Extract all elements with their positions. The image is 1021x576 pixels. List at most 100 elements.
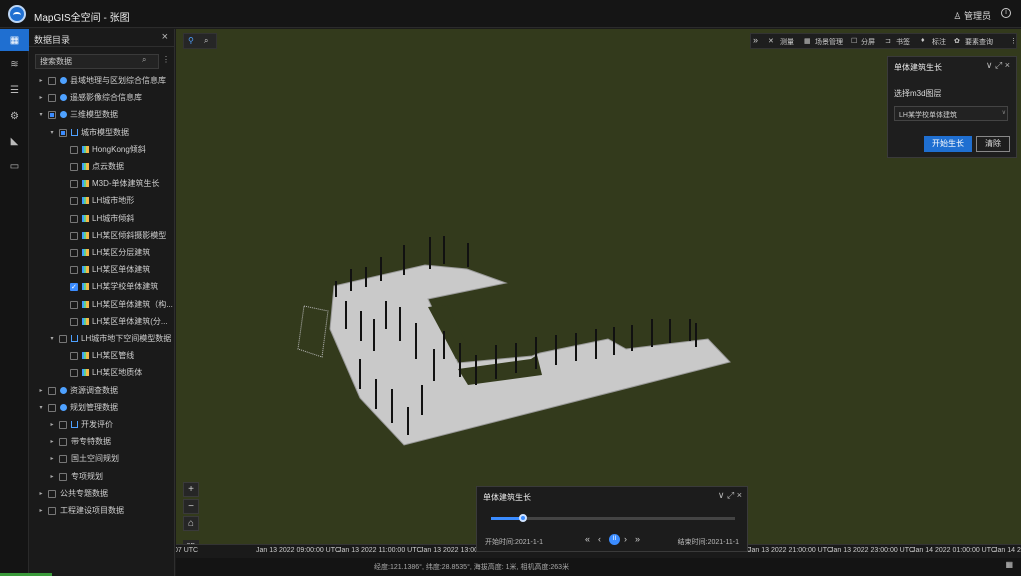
layer-checkbox[interactable] (59, 335, 67, 343)
close-icon[interactable]: × (1005, 60, 1010, 70)
grid-icon[interactable]: ▦ (804, 37, 811, 45)
chevron-right-icon[interactable]: ▸ (37, 383, 45, 399)
layer-checkbox[interactable] (59, 455, 67, 464)
scene-manage-button[interactable]: 场景管理 (815, 37, 843, 47)
feature-query-icon[interactable]: ✿ (954, 37, 960, 45)
tree-node[interactable]: LH某区管线 (29, 348, 175, 364)
fast-forward-button[interactable]: » (635, 534, 640, 544)
zoom-out-button[interactable]: − (183, 499, 199, 514)
home-button[interactable]: ⌂ (183, 516, 199, 531)
layer-checkbox[interactable] (59, 438, 67, 447)
tree-node[interactable]: LH某区单体建筑（构... (29, 297, 175, 313)
tree-node[interactable]: ▾ 规划管理数据 (29, 400, 175, 416)
bookmark-rail-button[interactable]: ◣ (0, 130, 29, 152)
layer-checkbox[interactable] (70, 249, 78, 257)
layer-checkbox[interactable] (70, 317, 78, 326)
tree-node[interactable]: ▸ 带专特数据 (29, 434, 175, 450)
chevron-right-icon[interactable]: ▸ (48, 417, 56, 433)
layers-rail-button[interactable]: ≋ (0, 53, 29, 75)
layer-checkbox[interactable] (48, 403, 56, 412)
bookmark-icon[interactable]: ⊐ (885, 37, 891, 45)
layer-checkbox[interactable] (70, 266, 78, 275)
layer-checkbox[interactable] (48, 111, 56, 120)
expand-icon[interactable]: ⤢ (995, 60, 1002, 70)
split-button[interactable]: 分屏 (861, 37, 875, 47)
chevron-right-icon[interactable]: ▸ (48, 451, 56, 467)
tree-node[interactable]: ▾ LH城市地下空间模型数据 (29, 331, 175, 347)
layer-select[interactable]: LH某学校单体建筑 (894, 106, 1008, 121)
layer-checkbox[interactable] (70, 145, 78, 154)
chevron-right-icon[interactable]: ▸ (37, 503, 45, 519)
tree-node[interactable]: LH城市倾斜 (29, 211, 175, 227)
tree-node[interactable]: LH某区分层建筑 (29, 245, 175, 261)
tree-node[interactable]: 点云数据 (29, 159, 175, 175)
tree-node[interactable]: ▸ 遥感影像综合信息库 (29, 90, 175, 106)
chevron-right-icon[interactable]: ▸ (48, 469, 56, 485)
layer-checkbox[interactable] (48, 77, 56, 85)
clear-button[interactable]: 清除 (976, 136, 1010, 152)
tree-node[interactable]: ▾ 城市模型数据 (29, 125, 175, 141)
info-icon[interactable]: i (1001, 8, 1011, 18)
tree-node[interactable]: ▸ 专项规划 (29, 469, 175, 485)
chevron-down-icon[interactable]: ▾ (48, 125, 56, 141)
pause-button[interactable]: II (609, 534, 620, 545)
more-icon[interactable]: ⋮ (162, 55, 170, 64)
close-icon[interactable]: × (162, 31, 168, 43)
user-menu[interactable]: ♙ 管理员 (953, 9, 991, 22)
close-icon[interactable]: × (737, 490, 742, 500)
search-input[interactable]: 搜索数据 (35, 54, 159, 69)
bookmark-button[interactable]: 书签 (896, 37, 910, 47)
catalog-rail-button[interactable]: ▦ (0, 29, 29, 51)
measure-button[interactable]: 测量 (780, 37, 794, 47)
layer-checkbox[interactable] (70, 280, 78, 296)
location-icon[interactable]: ⚲ (188, 36, 194, 45)
zoom-in-button[interactable]: + (183, 482, 199, 497)
tree-node[interactable]: ▸ 县域地理与区划综合信息库 (29, 73, 175, 89)
layer-checkbox[interactable] (70, 369, 78, 378)
tree-node[interactable]: HongKong倾斜 (29, 142, 175, 158)
layer-checkbox[interactable] (70, 214, 78, 223)
collapse-button[interactable]: » (753, 35, 758, 45)
layer-checkbox[interactable] (70, 197, 78, 206)
layer-checkbox[interactable] (59, 472, 67, 481)
chevron-down-icon[interactable]: ▾ (48, 331, 56, 347)
tree-node[interactable]: ▾ 三维模型数据 (29, 107, 175, 123)
tree-node[interactable]: ▸ 国土空间规划 (29, 451, 175, 467)
measure-icon[interactable]: ✕ (768, 37, 774, 45)
layer-checkbox[interactable] (70, 180, 78, 189)
layer-checkbox[interactable] (48, 489, 56, 498)
layer-checkbox[interactable] (70, 163, 78, 171)
layer-checkbox[interactable] (59, 421, 67, 429)
marker-icon[interactable]: ♦ (921, 37, 925, 44)
tree-node[interactable]: ▸ 开发评价 (29, 417, 175, 433)
slider-handle[interactable] (518, 514, 527, 522)
tree-node[interactable]: LH某区单体建筑 (29, 262, 175, 278)
list-rail-button[interactable]: ☰ (0, 79, 29, 101)
layer-checkbox[interactable] (48, 507, 56, 515)
search-icon[interactable]: ⌕ (204, 36, 208, 46)
chevron-down-icon[interactable]: ▾ (37, 107, 45, 123)
tree-node[interactable]: M3D-单体建筑生长 (29, 176, 175, 192)
mark-button[interactable]: 标注 (932, 37, 946, 47)
start-growth-button[interactable]: 开始生长 (924, 136, 972, 152)
expand-icon[interactable]: ⤢ (727, 490, 734, 500)
tree-node[interactable]: LH某区地质体 (29, 365, 175, 381)
step-back-button[interactable]: ‹ (598, 534, 601, 544)
chevron-right-icon[interactable]: ▸ (48, 434, 56, 450)
layer-checkbox[interactable] (48, 386, 56, 395)
tree-node[interactable]: LH某学校单体建筑 (29, 279, 175, 296)
search-icon[interactable]: ⌕ (142, 55, 146, 65)
tree-node[interactable]: LH某区倾斜摄影模型 (29, 228, 175, 244)
feature-query-button[interactable]: 要素查询 (965, 37, 993, 47)
more-icon[interactable]: ⋮ (1010, 37, 1017, 45)
layer-checkbox[interactable] (70, 231, 78, 240)
settings-rail-button[interactable]: ⚙ (0, 105, 29, 127)
layer-checkbox[interactable] (59, 128, 67, 137)
tree-node[interactable]: ▸ 工程建设项目数据 (29, 503, 175, 519)
tree-node[interactable]: ▸ 资源调查数据 (29, 383, 175, 399)
layer-checkbox[interactable] (70, 300, 78, 309)
tree-node[interactable]: LH城市地形 (29, 193, 175, 209)
collapse-icon[interactable]: ∨ (718, 490, 725, 500)
collapse-icon[interactable]: ∨ (986, 60, 993, 70)
layer-checkbox[interactable] (48, 94, 56, 103)
